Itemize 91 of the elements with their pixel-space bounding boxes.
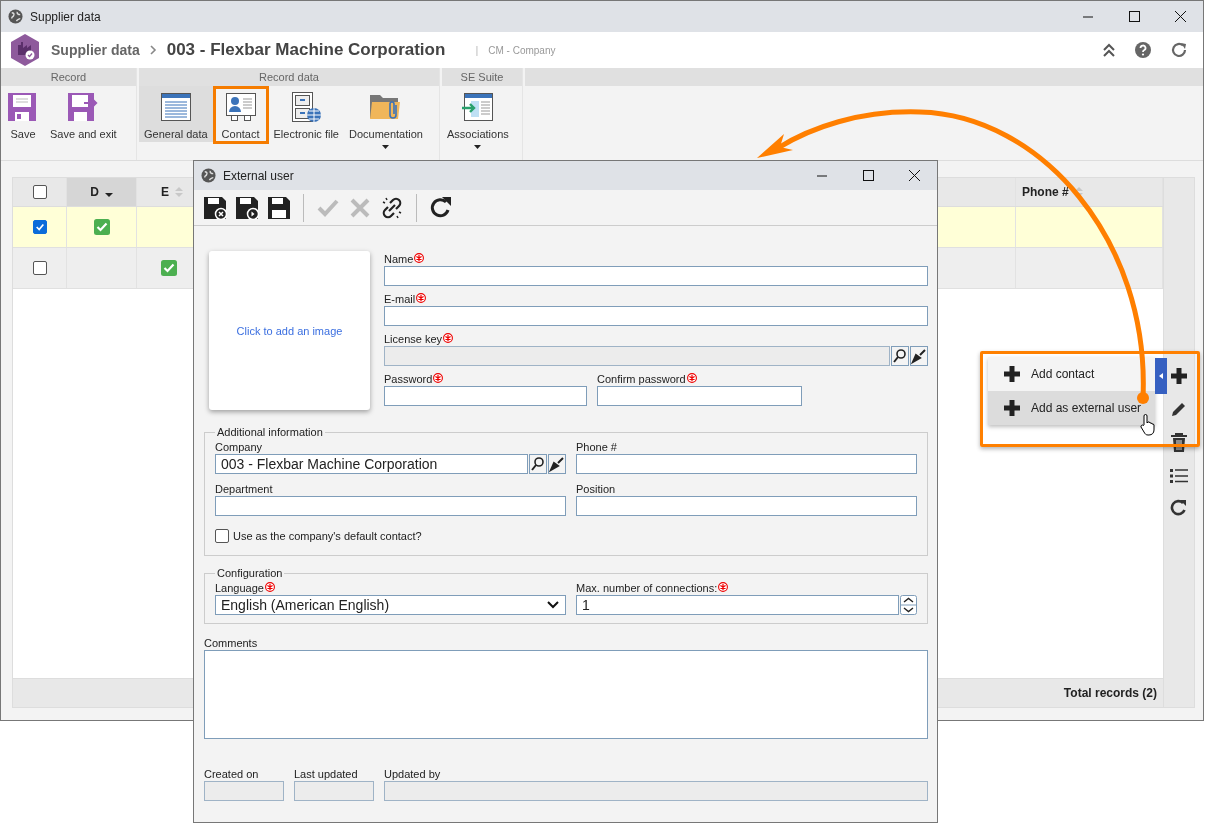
globe-icon — [201, 168, 216, 183]
plus-icon — [1003, 399, 1021, 417]
number-field[interactable]: 1 — [576, 595, 899, 615]
search-button[interactable] — [891, 346, 909, 366]
row-checkbox[interactable] — [32, 220, 47, 234]
image-upload-area[interactable]: Click to add an image — [209, 251, 370, 410]
help-icon[interactable] — [1135, 42, 1151, 58]
field-label: Company — [215, 441, 263, 453]
language-dropdown[interactable]: English (American English) — [215, 595, 566, 615]
associations-icon — [460, 91, 495, 123]
spinner-icon[interactable] — [900, 595, 917, 615]
field-label: Max. number of connections: — [576, 582, 718, 594]
column-header[interactable]: D — [67, 178, 137, 206]
breadcrumb-link[interactable]: Supplier data — [51, 42, 140, 58]
menu-item[interactable]: Add as external user — [988, 391, 1155, 425]
file-cabinet-icon — [289, 91, 324, 123]
divider-text: | — [475, 44, 479, 56]
trash-icon[interactable] — [1170, 433, 1188, 453]
check-icon — [93, 219, 110, 235]
ribbon-group-label: SE Suite — [442, 68, 522, 86]
sort-icon — [175, 187, 183, 197]
collapse-icon[interactable] — [1103, 43, 1115, 57]
ribbon-group-label: Record — [1, 68, 136, 86]
refresh-icon[interactable] — [429, 195, 453, 220]
add-image-link[interactable]: Click to add an image — [236, 324, 343, 337]
field-label: Updated by — [384, 768, 441, 780]
record-subtitle: CM - Company — [488, 44, 556, 56]
total-records: Total records (2) — [1063, 686, 1157, 700]
field-label: Name — [384, 253, 414, 265]
save-next-icon[interactable] — [235, 195, 259, 220]
field-label: Comments — [204, 637, 258, 649]
dialog-title: External user — [223, 168, 294, 183]
field-label: Department — [215, 483, 273, 495]
checkbox-label: Use as the company's default contact? — [233, 530, 422, 542]
password-field[interactable] — [597, 386, 802, 406]
text-field[interactable] — [576, 454, 917, 474]
search-button[interactable] — [529, 454, 547, 474]
ribbon-button[interactable]: General data — [139, 86, 213, 142]
window-title: Supplier data — [30, 9, 101, 24]
caret-icon — [474, 145, 482, 149]
field-label: License key — [384, 333, 443, 345]
globe-icon — [8, 9, 23, 24]
ribbon-button[interactable]: Electronic file — [268, 86, 344, 160]
ribbon-group-label: Record data — [139, 68, 439, 86]
check-icon — [161, 260, 177, 276]
field-label: Confirm password — [597, 373, 686, 385]
contact-card-icon — [223, 91, 258, 123]
field-label: Position — [576, 483, 616, 495]
field-label: Language — [215, 582, 264, 594]
clear-button[interactable] — [910, 346, 928, 366]
group-legend: Configuration — [215, 567, 285, 579]
sort-icon — [1074, 187, 1083, 197]
text-field[interactable] — [384, 266, 928, 286]
hand-cursor-icon — [1140, 414, 1156, 436]
group-legend: Additional information — [215, 426, 325, 438]
save-icon[interactable] — [267, 195, 291, 220]
menu-item[interactable]: Add contact — [988, 357, 1155, 391]
ribbon-button[interactable]: Save — [1, 86, 45, 160]
caret-icon — [382, 145, 390, 149]
company-field[interactable]: 003 - Flexbar Machine Corporation — [215, 454, 528, 474]
comments-field[interactable] — [204, 650, 928, 739]
add-icon[interactable] — [1170, 367, 1188, 385]
plus-icon — [1003, 365, 1021, 383]
ribbon-button[interactable]: Associations — [442, 86, 514, 160]
field-label: Phone # — [576, 441, 617, 453]
unlink-icon[interactable] — [380, 195, 404, 220]
record-title: 003 - Flexbar Machine Corporation — [166, 40, 446, 60]
field-label: E-mail — [384, 293, 416, 305]
text-field[interactable] — [215, 496, 566, 516]
default-contact-checkbox[interactable] — [215, 529, 229, 543]
field-label: Created on — [204, 768, 259, 780]
ribbon-button[interactable]: Save and exit — [45, 86, 122, 160]
refresh-icon[interactable] — [1170, 499, 1188, 517]
ribbon-button[interactable]: Contact — [212, 86, 269, 144]
select-all-checkbox[interactable] — [32, 185, 47, 199]
chevron-icon — [149, 45, 157, 55]
pencil-icon[interactable] — [1170, 400, 1188, 418]
menu-tab[interactable] — [1155, 358, 1167, 394]
text-field[interactable] — [384, 306, 928, 326]
list-icon[interactable] — [1170, 468, 1188, 484]
text-field[interactable] — [576, 496, 917, 516]
row-checkbox[interactable] — [32, 261, 47, 275]
form-icon — [158, 91, 193, 123]
ribbon-button[interactable]: Documentation — [343, 86, 428, 160]
password-field[interactable] — [384, 386, 587, 406]
checkmark-icon — [34, 222, 45, 232]
save-close-icon[interactable] — [203, 195, 227, 220]
clear-button[interactable] — [548, 454, 566, 474]
field-label: Password — [384, 373, 433, 385]
chevron-down-icon — [547, 601, 559, 609]
field-label: Last updated — [294, 768, 358, 780]
